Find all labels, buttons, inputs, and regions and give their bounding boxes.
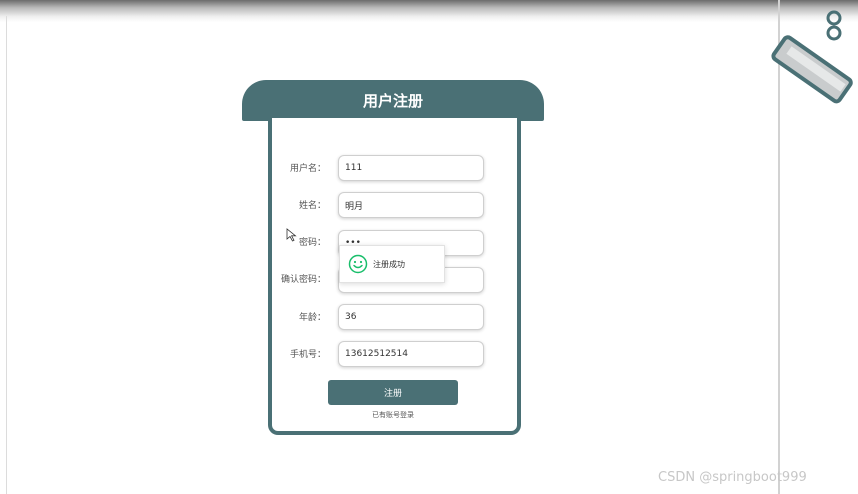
left-border-line xyxy=(6,16,7,494)
success-toast: 注册成功 xyxy=(339,245,445,283)
username-label: 用户名： xyxy=(289,164,326,174)
login-link[interactable]: 已有账号登录 xyxy=(328,410,458,420)
decorative-tab-icon xyxy=(771,10,853,104)
page-title: 用户注册 xyxy=(362,92,423,110)
smiley-icon xyxy=(348,254,368,274)
name-label: 姓名： xyxy=(298,201,326,211)
toast-message: 注册成功 xyxy=(373,259,405,269)
age-label: 年龄： xyxy=(298,313,326,323)
form-header: 用户注册 xyxy=(242,80,544,121)
age-input[interactable] xyxy=(338,304,484,330)
mouse-cursor-icon xyxy=(286,228,297,242)
phone-label: 手机号： xyxy=(289,350,326,360)
window-top-shadow xyxy=(0,0,858,22)
watermark: CSDN @springboot999 xyxy=(658,470,807,485)
phone-input[interactable] xyxy=(338,341,484,367)
username-input[interactable] xyxy=(338,155,484,181)
confirm-password-label: 确认密码： xyxy=(280,275,326,285)
register-button[interactable]: 注册 xyxy=(328,380,458,405)
name-input[interactable] xyxy=(338,192,484,218)
